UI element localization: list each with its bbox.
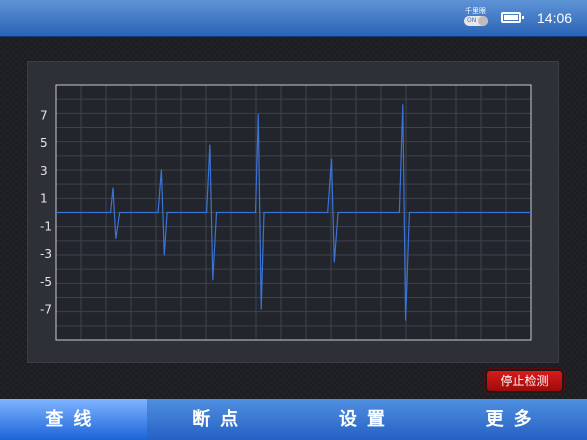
nav-tab-more[interactable]: 更多 <box>440 399 587 440</box>
hotspot-toggle-icon: ON <box>464 16 488 26</box>
bottom-nav: 查线 断点 设置 更多 <box>0 399 587 440</box>
y-tick-label: 7 <box>40 108 48 122</box>
y-tick-label: 5 <box>40 136 48 150</box>
hotspot-label: 千里眼 <box>465 7 486 15</box>
toggle-knob <box>478 16 488 26</box>
nav-tab-check-line[interactable]: 查线 <box>0 399 147 440</box>
clock: 14:06 <box>537 10 573 26</box>
nav-tab-breakpoint[interactable]: 断点 <box>147 399 294 440</box>
battery-icon <box>501 12 524 23</box>
hotspot-indicator[interactable]: 千里眼 ON <box>462 6 492 28</box>
y-tick-label: -1 <box>40 219 52 233</box>
nav-tab-settings[interactable]: 设置 <box>294 399 441 440</box>
y-tick-label: 1 <box>40 192 48 206</box>
waveform-chart: 7 5 3 1 -1 -3 -5 -7 <box>40 84 532 341</box>
battery-nub <box>522 16 524 19</box>
y-tick-label: 3 <box>40 164 48 178</box>
hotspot-toggle-label: ON <box>467 17 477 24</box>
y-tick-label: -7 <box>40 303 52 317</box>
waveform-panel: 7 5 3 1 -1 -3 -5 -7 <box>27 61 559 363</box>
status-bar: 千里眼 ON 14:06 <box>0 0 587 37</box>
stop-detect-button[interactable]: 停止检测 <box>485 369 564 393</box>
battery-fill <box>504 15 518 20</box>
y-tick-label: -5 <box>40 275 52 289</box>
y-tick-label: -3 <box>40 247 52 261</box>
